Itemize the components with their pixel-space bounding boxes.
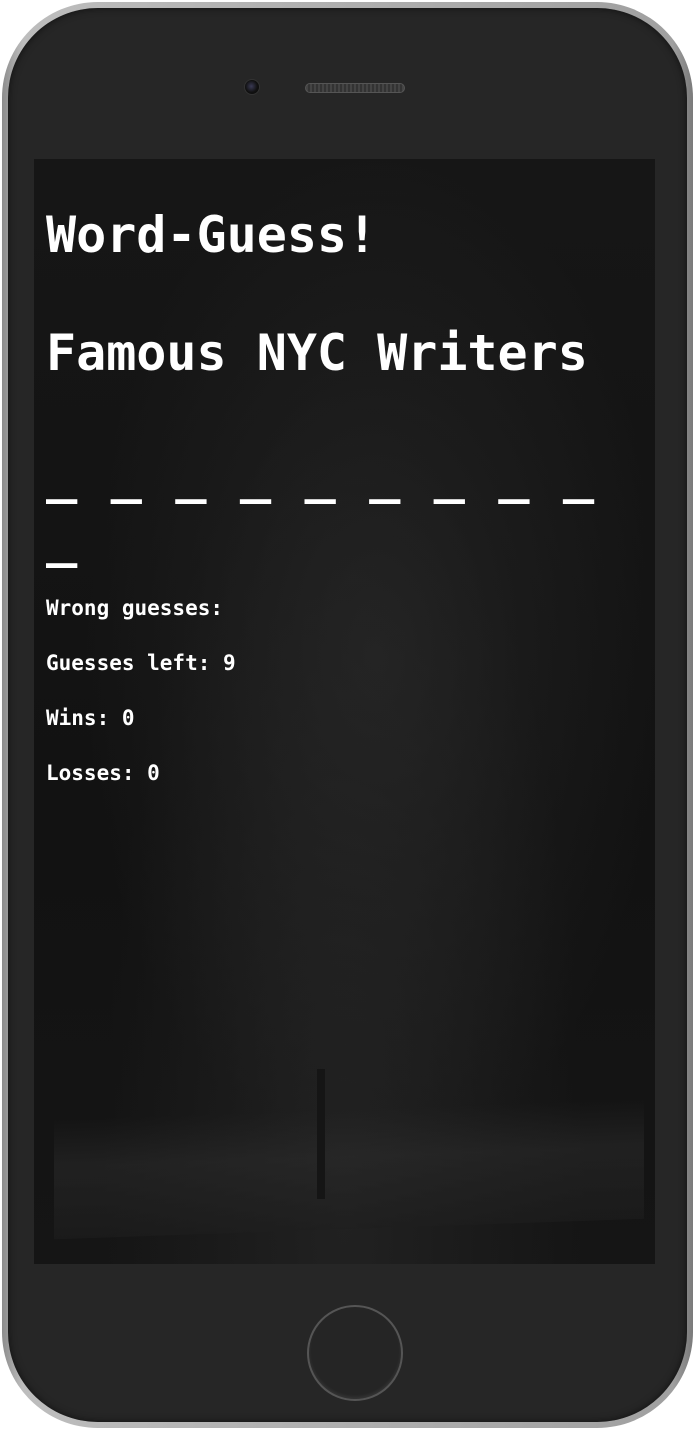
camera-icon xyxy=(244,79,260,95)
speaker-grille xyxy=(305,83,405,93)
game-title: Word-Guess! xyxy=(46,206,378,264)
game-content: Word-Guess! Famous NYC Writers _ _ _ _ _… xyxy=(46,199,646,813)
guesses-left-label: Guesses left: 9 xyxy=(46,651,236,675)
stats-panel: Wrong guesses: Guesses left: 9 Wins: 0 L… xyxy=(46,593,646,788)
home-button[interactable] xyxy=(307,1305,403,1401)
word-blanks: _ _ _ _ _ _ _ _ _ _ xyxy=(46,445,595,569)
wins-label: Wins: 0 xyxy=(46,706,135,730)
category-title: Famous NYC Writers xyxy=(46,324,588,382)
wrong-guesses-label: Wrong guesses: xyxy=(46,596,224,620)
background-post xyxy=(317,1069,325,1199)
background-bench xyxy=(54,1098,644,1240)
screen[interactable]: Word-Guess! Famous NYC Writers _ _ _ _ _… xyxy=(34,159,655,1264)
losses-label: Losses: 0 xyxy=(46,761,160,785)
